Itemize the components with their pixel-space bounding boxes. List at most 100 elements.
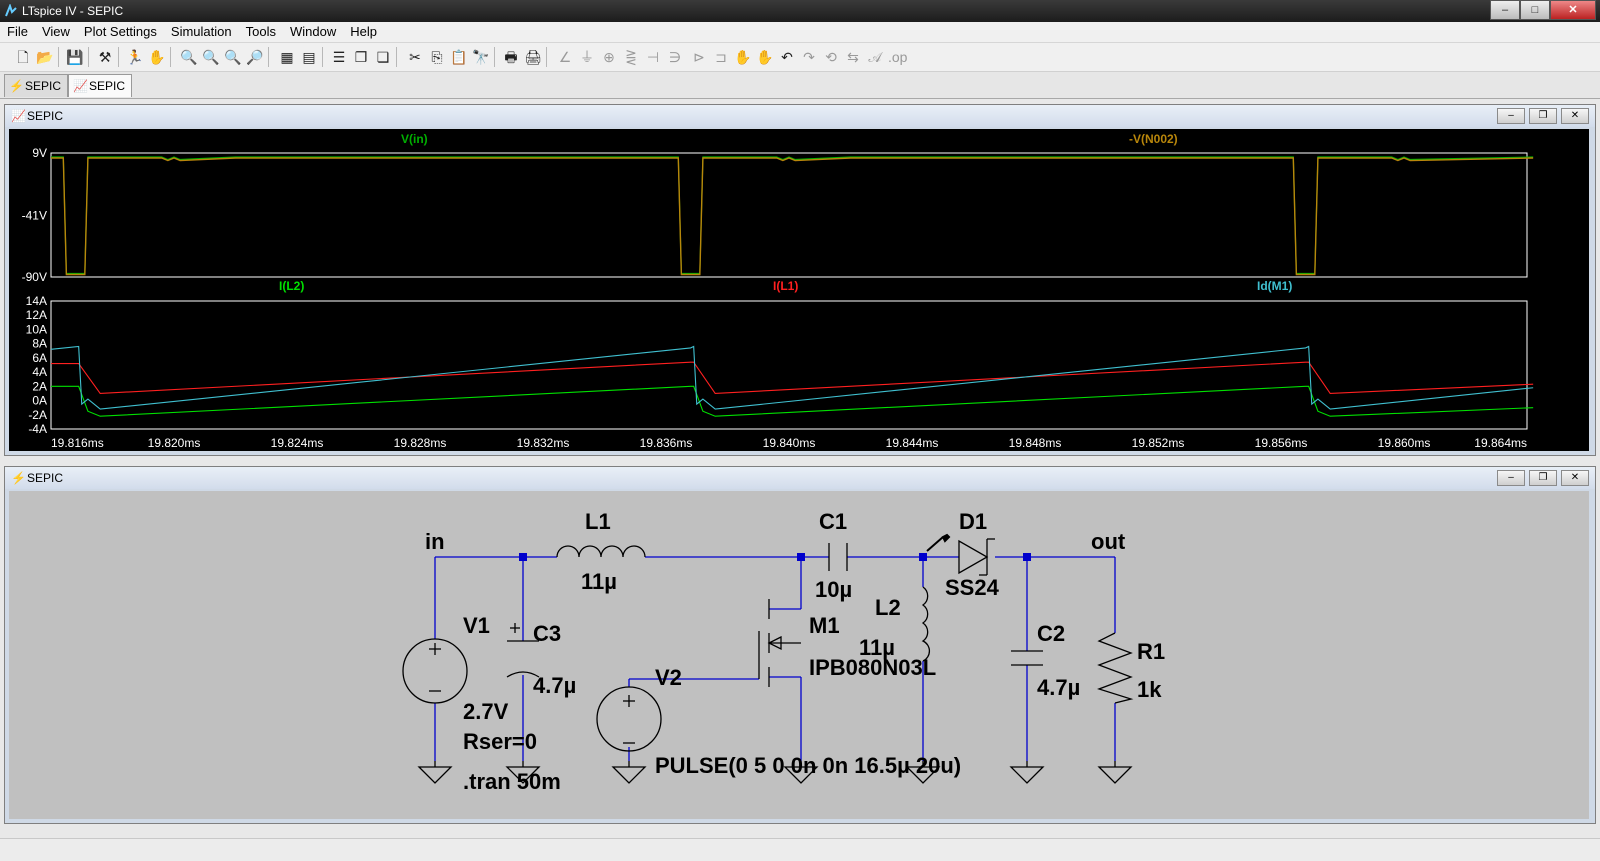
v2-value: PULSE(0 5 0 0n 0n 16.5µ 20u) — [655, 753, 961, 778]
waveform-plot: V(in) -V(N002) 9V -41V -90V I(L2) I(L1) Id… — [22, 132, 1534, 450]
find-icon[interactable]: 🔭 — [472, 48, 490, 66]
cascade-icon[interactable]: ❐ — [352, 48, 370, 66]
inductor-l1-symbol — [556, 545, 646, 558]
spice-directive-icon[interactable]: .op — [888, 48, 907, 66]
menu-file[interactable]: File — [0, 22, 35, 42]
schematic-icon: ⚡ — [9, 79, 24, 93]
halt-icon[interactable]: ✋ — [148, 48, 166, 66]
copy-icon[interactable]: ⎘ — [428, 48, 446, 66]
v1-rser: Rser=0 — [463, 729, 537, 754]
v1-name: V1 — [463, 613, 490, 638]
tile-vertical-icon[interactable]: ❏ — [374, 48, 392, 66]
zoom-out-icon[interactable]: 🔍 — [224, 48, 242, 66]
ground-symbol — [1097, 766, 1133, 784]
move-icon[interactable]: ✋ — [734, 48, 752, 66]
grid-icon[interactable]: ▤ — [300, 48, 318, 66]
maximize-button[interactable]: □ — [1520, 0, 1550, 20]
zoom-in-icon[interactable]: 🔍 — [180, 48, 198, 66]
probe-cursor-icon — [926, 533, 951, 552]
new-schematic-icon[interactable]: 🗋 — [14, 48, 32, 66]
redo-icon[interactable]: ↷ — [800, 48, 818, 66]
r1-value: 1k — [1137, 677, 1162, 702]
menu-simulation[interactable]: Simulation — [164, 22, 239, 42]
series-idm1-line — [50, 345, 1534, 410]
minimize-button[interactable]: – — [1490, 0, 1520, 20]
schematic-close-button[interactable]: ✕ — [1561, 470, 1589, 486]
zoom-fit-icon[interactable]: 🔎 — [246, 48, 264, 66]
menu-tools[interactable]: Tools — [239, 22, 283, 42]
label-net-icon[interactable]: ⊕ — [600, 48, 618, 66]
y-tick-label: 10A — [26, 322, 47, 336]
capacitor-icon[interactable]: ⊣ — [644, 48, 662, 66]
schematic-canvas[interactable]: in out L1 11µ C1 10µ D1 SS24 L2 11µ M1 I… — [9, 491, 1589, 819]
inductor-l2-symbol — [921, 586, 931, 662]
x-tick-label: 19.816ms — [51, 436, 104, 450]
legend-vn002: -V(N002) — [1129, 132, 1178, 146]
y-tick-label: 4A — [32, 365, 47, 379]
ground-icon[interactable]: ⏚ — [578, 48, 596, 66]
menu-window[interactable]: Window — [283, 22, 343, 42]
ground-symbol — [1009, 766, 1045, 784]
document-tab-bar: ⚡SEPIC 📈SEPIC — [0, 72, 1600, 99]
text-icon[interactable]: 𝒜 — [866, 48, 884, 66]
legend-il1: I(L1) — [773, 279, 798, 293]
l1-value: 11µ — [581, 569, 617, 594]
tab-schematic-sepic[interactable]: ⚡SEPIC — [4, 74, 69, 97]
pane-top-frame — [50, 152, 1528, 278]
tile-horizontal-icon[interactable]: ☰ — [330, 48, 348, 66]
y-tick-label: 2A — [32, 379, 47, 393]
zoom-pan-icon[interactable]: 🔍 — [202, 48, 220, 66]
paste-icon[interactable]: 📋 — [450, 48, 468, 66]
c2-value: 4.7µ — [1037, 675, 1080, 700]
schematic-icon: ⚡ — [11, 471, 26, 485]
menu-help[interactable]: Help — [343, 22, 384, 42]
resistor-r1-symbol — [1096, 632, 1134, 704]
save-icon[interactable]: 💾 — [66, 48, 84, 66]
resistor-icon[interactable]: ⋛ — [622, 48, 640, 66]
legend-il2: I(L2) — [279, 279, 304, 293]
y-tick-label: -2A — [28, 408, 47, 422]
y-tick-label: 12A — [26, 308, 47, 322]
waveform-icon: 📈 — [11, 109, 26, 123]
menu-view[interactable]: View — [35, 22, 77, 42]
y-tick-label: 9V — [32, 146, 47, 160]
schematic-restore-button[interactable]: ❐ — [1529, 470, 1557, 486]
autorange-icon[interactable]: ▦ — [278, 48, 296, 66]
wire-icon[interactable]: ∠ — [556, 48, 574, 66]
rotate-icon[interactable]: ⟲ — [822, 48, 840, 66]
print-preview-icon[interactable]: 🖶 — [502, 48, 520, 66]
inductor-icon[interactable]: ∋ — [666, 48, 684, 66]
waveform-plot-area[interactable]: V(in) -V(N002) 9V -41V -90V I(L2) I(L1) Id… — [9, 129, 1589, 451]
waveform-minimize-button[interactable]: – — [1497, 108, 1525, 124]
schematic-minimize-button[interactable]: – — [1497, 470, 1525, 486]
waveform-window-titlebar: 📈 SEPIC – ❐ ✕ — [5, 105, 1595, 127]
run-icon[interactable]: 🏃 — [126, 48, 144, 66]
ground-symbol — [417, 766, 453, 784]
mirror-icon[interactable]: ⇆ — [844, 48, 862, 66]
x-tick-label: 19.840ms — [763, 436, 816, 450]
tab-waveform-sepic[interactable]: 📈SEPIC — [68, 74, 133, 97]
schematic-drawing: in out L1 11µ C1 10µ D1 SS24 L2 11µ M1 I… — [402, 509, 1165, 794]
component-icon[interactable]: ⊐ — [712, 48, 730, 66]
x-tick-label: 19.848ms — [1009, 436, 1062, 450]
waveform-window: 📈 SEPIC – ❐ ✕ V(in) -V(N002) 9V -41V -90V … — [4, 104, 1596, 456]
control-panel-icon[interactable]: ⚒ — [96, 48, 114, 66]
close-button[interactable]: ✕ — [1550, 0, 1596, 20]
waveform-restore-button[interactable]: ❐ — [1529, 108, 1557, 124]
x-tick-label: 19.852ms — [1132, 436, 1185, 450]
waveform-close-button[interactable]: ✕ — [1561, 108, 1589, 124]
undo-icon[interactable]: ↶ — [778, 48, 796, 66]
y-tick-label: -90V — [22, 270, 47, 284]
x-tick-label: 19.832ms — [517, 436, 570, 450]
legend-idm1: Id(M1) — [1257, 279, 1292, 293]
diode-d1-symbol — [958, 539, 989, 575]
status-bar — [0, 838, 1600, 861]
cut-icon[interactable]: ✂ — [406, 48, 424, 66]
l1-name: L1 — [585, 509, 611, 534]
open-icon[interactable]: 📂 — [36, 48, 54, 66]
diode-icon[interactable]: ⊳ — [690, 48, 708, 66]
menu-plot-settings[interactable]: Plot Settings — [77, 22, 164, 42]
print-icon[interactable]: 🖨 — [524, 48, 542, 66]
net-label-out: out — [1091, 529, 1126, 554]
drag-icon[interactable]: ✋ — [756, 48, 774, 66]
